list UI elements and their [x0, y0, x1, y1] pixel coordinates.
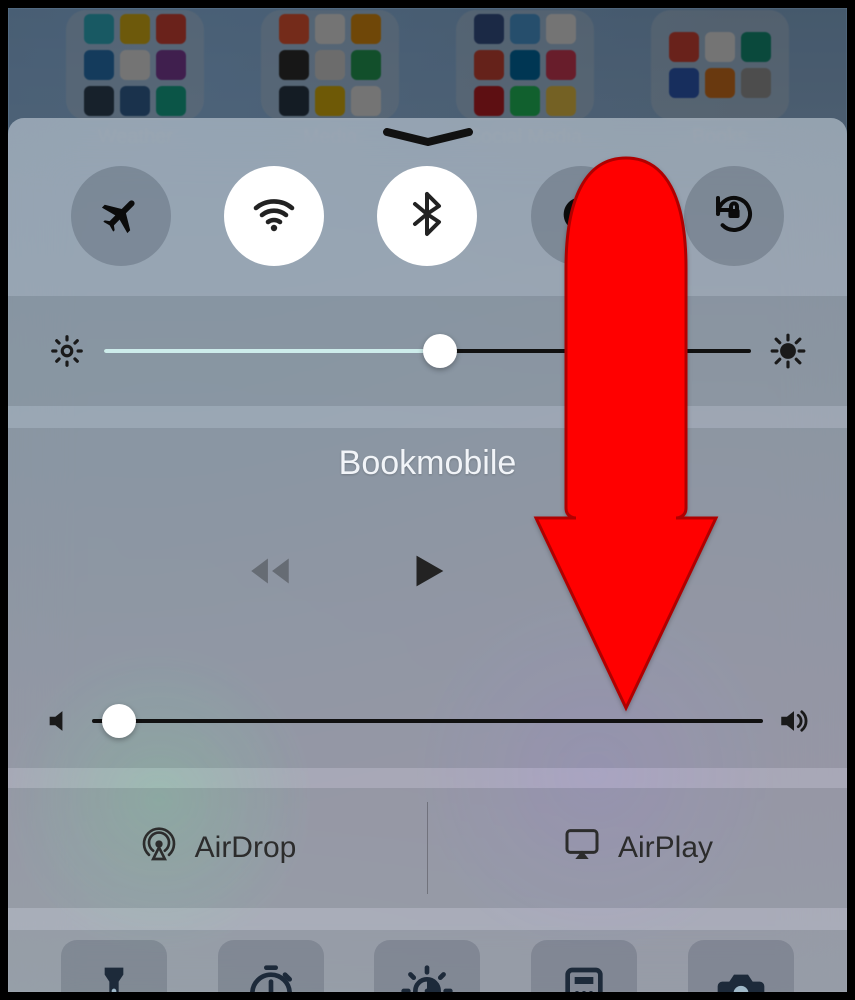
- brightness-low-icon: [48, 332, 86, 370]
- bluetooth-icon: [403, 190, 451, 243]
- airdrop-label: AirDrop: [195, 831, 297, 865]
- brightness-slider[interactable]: [104, 349, 751, 353]
- airplane-mode-toggle[interactable]: [71, 166, 171, 266]
- night-shift-button[interactable]: [374, 940, 480, 992]
- airdrop-button[interactable]: AirDrop: [8, 788, 427, 908]
- calculator-icon: [556, 963, 612, 993]
- next-track-button[interactable]: [561, 546, 611, 596]
- calculator-button[interactable]: [531, 940, 637, 992]
- connectivity-toggles: [8, 166, 847, 266]
- volume-high-icon: [777, 704, 811, 738]
- volume-low-icon: [44, 704, 78, 738]
- bluetooth-toggle[interactable]: [377, 166, 477, 266]
- screenshot-stage: Weather Media Social Media: [8, 8, 847, 992]
- sheet-grabber-icon[interactable]: [383, 128, 473, 146]
- now-playing-panel: Bookmobile: [8, 428, 847, 768]
- share-panel: AirDrop AirPlay: [8, 788, 847, 908]
- night-shift-icon: [399, 963, 455, 993]
- brightness-high-icon: [769, 332, 807, 370]
- airplay-label: AirPlay: [618, 831, 713, 865]
- flashlight-button[interactable]: [61, 940, 167, 992]
- timer-icon: [243, 963, 299, 993]
- brightness-panel: [8, 296, 847, 406]
- rotation-lock-toggle[interactable]: [684, 166, 784, 266]
- now-playing-title: Bookmobile: [8, 444, 847, 483]
- airplane-icon: [97, 190, 145, 243]
- airplay-button[interactable]: AirPlay: [428, 788, 847, 908]
- timer-button[interactable]: [218, 940, 324, 992]
- camera-icon: [713, 963, 769, 993]
- previous-track-button[interactable]: [245, 546, 295, 596]
- do-not-disturb-toggle[interactable]: [531, 166, 631, 266]
- camera-button[interactable]: [688, 940, 794, 992]
- flashlight-icon: [86, 963, 142, 993]
- wifi-icon: [250, 190, 298, 243]
- control-center-sheet: Bookmobile: [8, 118, 847, 992]
- airdrop-icon: [139, 824, 179, 872]
- volume-slider[interactable]: [92, 719, 763, 723]
- rotation-lock-icon: [710, 190, 758, 243]
- wifi-toggle[interactable]: [224, 166, 324, 266]
- airplay-icon: [562, 824, 602, 872]
- moon-icon: [557, 190, 605, 243]
- quick-launch-row: [8, 930, 847, 992]
- play-button[interactable]: [405, 548, 451, 594]
